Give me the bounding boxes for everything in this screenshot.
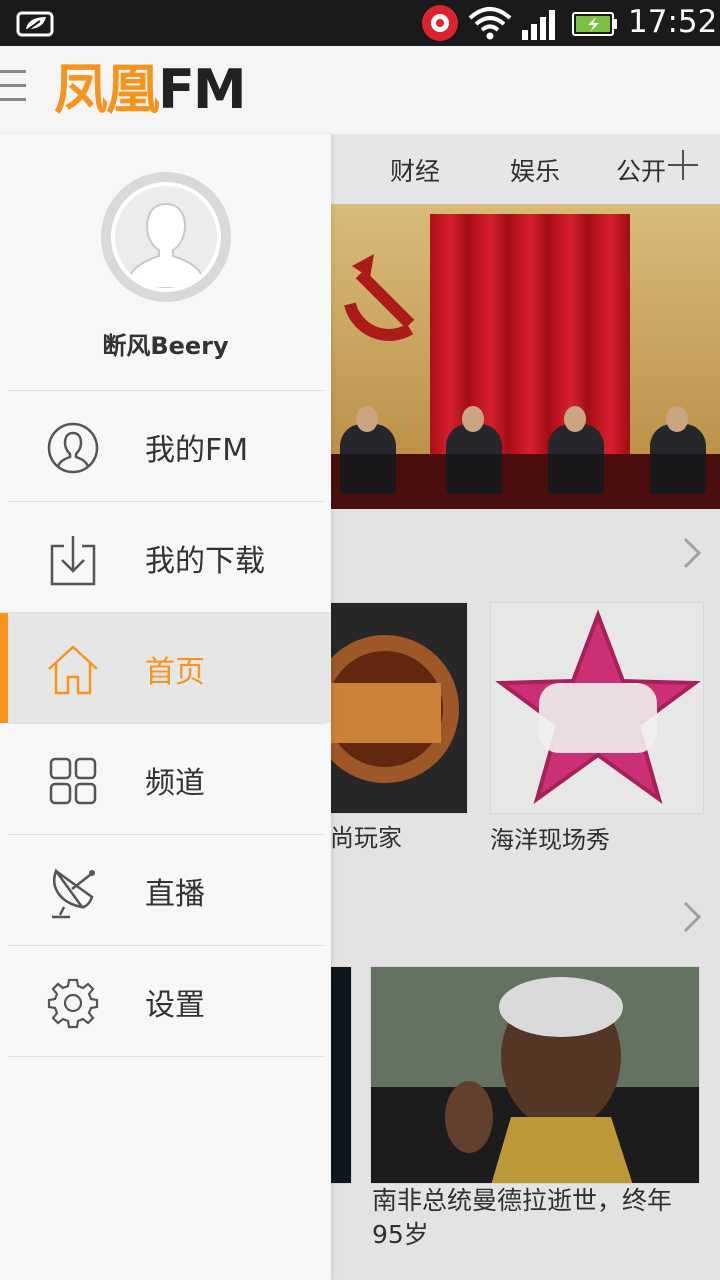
logo-en-text: FM bbox=[158, 58, 247, 121]
status-bar: 17:52 bbox=[0, 0, 720, 46]
emblem-graphic bbox=[344, 254, 415, 341]
battery-charging-icon bbox=[572, 12, 617, 36]
news-thumbnail[interactable] bbox=[370, 966, 700, 1184]
signal-icon bbox=[522, 10, 555, 40]
grid-icon bbox=[49, 757, 97, 805]
leaf-notification-icon bbox=[16, 11, 54, 37]
home-icon bbox=[48, 645, 98, 695]
drawer-item-settings[interactable]: 设置 bbox=[8, 945, 325, 1056]
satellite-dish-icon bbox=[52, 868, 95, 919]
hamburger-icon[interactable] bbox=[0, 70, 28, 110]
drawer-item-label: 直播 bbox=[145, 877, 205, 912]
user-silhouette-icon bbox=[111, 182, 221, 292]
avatar[interactable] bbox=[101, 172, 231, 302]
drawer-menu: 我的FM 我的下载 首页 频道 直播 设置 bbox=[0, 390, 331, 1057]
divider bbox=[8, 1056, 325, 1057]
add-tab-icon[interactable] bbox=[666, 148, 700, 182]
logo-cn-text: 凤凰 bbox=[54, 58, 160, 121]
drawer-item-label: 我的FM bbox=[145, 433, 249, 468]
drawer-item-home[interactable]: 首页 bbox=[0, 612, 331, 723]
tab-finance[interactable]: 财经 bbox=[390, 152, 440, 188]
navigation-drawer: 断风Beery 我的FM 我的下载 首页 频道 直播 设置 bbox=[0, 134, 331, 1280]
app-logo: 凤凰FM bbox=[54, 58, 247, 122]
drawer-item-label: 频道 bbox=[145, 766, 205, 801]
beats-audio-icon bbox=[422, 5, 458, 41]
program-title[interactable]: 尚玩家 bbox=[330, 818, 402, 853]
drawer-item-my-fm[interactable]: 我的FM bbox=[8, 390, 325, 501]
drawer-item-live[interactable]: 直播 bbox=[8, 834, 325, 945]
chevron-right-icon[interactable] bbox=[682, 900, 702, 934]
username[interactable]: 断风Beery bbox=[0, 326, 331, 361]
wifi-icon bbox=[468, 7, 512, 40]
tab-open[interactable]: 公开 bbox=[616, 152, 666, 188]
chevron-right-icon[interactable] bbox=[682, 536, 702, 570]
drawer-item-label: 我的下载 bbox=[145, 544, 265, 579]
program-card[interactable] bbox=[490, 602, 704, 814]
download-icon bbox=[50, 536, 96, 586]
drawer-item-label: 设置 bbox=[145, 988, 205, 1023]
drawer-item-channels[interactable]: 频道 bbox=[8, 723, 325, 834]
drawer-item-my-downloads[interactable]: 我的下载 bbox=[8, 501, 325, 612]
program-title[interactable]: 海洋现场秀 bbox=[490, 820, 610, 855]
tab-entertainment[interactable]: 娱乐 bbox=[510, 152, 560, 188]
user-circle-icon bbox=[47, 422, 99, 474]
gear-icon bbox=[47, 978, 99, 1029]
app-header: 凤凰FM bbox=[0, 46, 720, 134]
drawer-item-label: 首页 bbox=[145, 655, 205, 690]
status-time: 17:52 bbox=[628, 4, 718, 40]
news-title[interactable]: 南非总统曼德拉逝世，终年95岁 bbox=[372, 1184, 702, 1252]
